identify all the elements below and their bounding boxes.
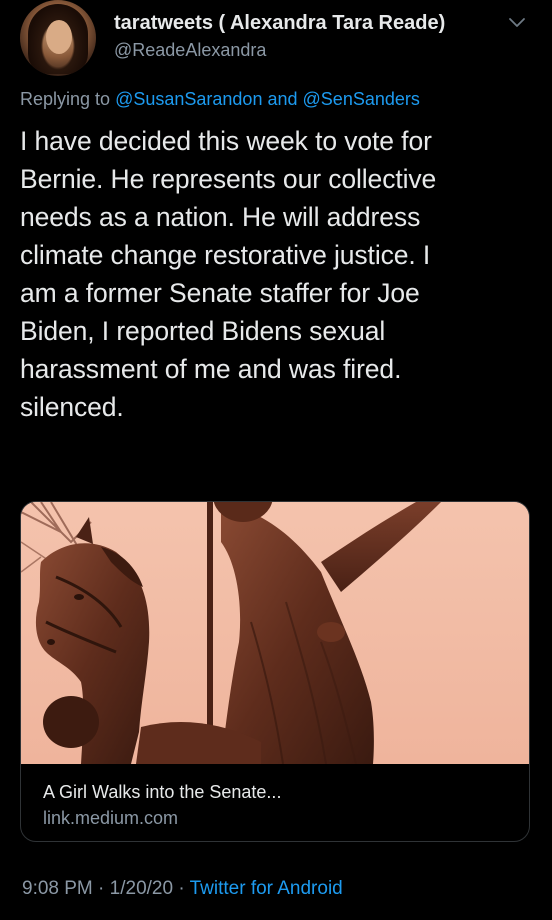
tweet-line: Biden, I reported Bidens sexual — [20, 316, 386, 346]
tweet-time[interactable]: 9:08 PM — [22, 878, 93, 899]
tweet-line: I have decided this week to vote for — [20, 126, 432, 156]
tweet-line: am a former Senate staffer for Joe — [20, 278, 420, 308]
tweet-line: Bernie. He represents our collective — [20, 164, 437, 194]
link-card-domain: link.medium.com — [43, 808, 179, 828]
chevron-down-icon[interactable] — [508, 16, 526, 30]
link-card-title[interactable]: A Girl Walks into the Senate... — [43, 780, 281, 804]
mention-joiner: and — [267, 89, 298, 109]
avatar[interactable] — [20, 0, 96, 76]
mention-sen-sanders[interactable]: @SenSanders — [303, 89, 420, 109]
author-name-block[interactable]: taratweets ( Alexandra Tara Reade) @Read… — [114, 10, 445, 62]
link-card-image[interactable] — [21, 502, 529, 764]
author-handle[interactable]: @ReadeAlexandra — [114, 38, 445, 62]
author-display-name[interactable]: taratweets ( Alexandra Tara Reade) — [114, 10, 445, 36]
tweet-footer: 9:08 PM · 1/20/20 · Twitter for Android — [22, 876, 343, 902]
tweet-text: I have decided this week to vote for Ber… — [20, 122, 530, 426]
tweet-line: needs as a nation. He will address — [20, 202, 421, 232]
footer-separator: · — [98, 878, 105, 899]
statue-photo — [21, 502, 529, 764]
tweet-line: harassment of me and was fired. — [20, 354, 402, 384]
replying-prefix: Replying to — [20, 89, 111, 109]
avatar-face — [46, 20, 72, 54]
tweet-line: silenced. — [20, 392, 124, 422]
link-card-meta[interactable]: A Girl Walks into the Senate... link.med… — [21, 764, 529, 841]
footer-separator: · — [178, 878, 185, 899]
tweet-line: climate change restorative justice. I — [20, 240, 431, 270]
replying-to-line: Replying to @SusanSarandon and @SenSande… — [20, 86, 420, 112]
tweet-source[interactable]: Twitter for Android — [190, 878, 343, 899]
link-card[interactable]: A Girl Walks into the Senate... link.med… — [20, 501, 530, 842]
mention-susan-sarandon[interactable]: @SusanSarandon — [115, 89, 262, 109]
tweet-date[interactable]: 1/20/20 — [110, 878, 173, 899]
